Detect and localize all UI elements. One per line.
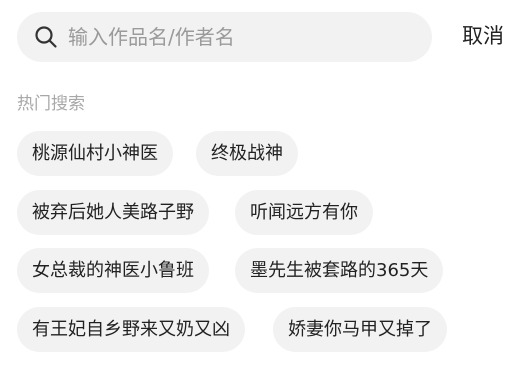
hot-search-tag[interactable]: 终极战神	[196, 131, 298, 176]
search-input[interactable]	[68, 17, 398, 57]
search-icon	[34, 25, 58, 49]
hot-search-tag[interactable]: 娇妻你马甲又掉了	[273, 307, 447, 352]
hot-search-tag[interactable]: 桃源仙村小神医	[17, 131, 173, 176]
hot-search-tag[interactable]: 女总裁的神医小鲁班	[17, 248, 209, 293]
search-bar[interactable]	[17, 12, 432, 62]
hot-search-tag[interactable]: 听闻远方有你	[235, 190, 373, 235]
cancel-button[interactable]: 取消	[462, 22, 504, 50]
hot-search-title: 热门搜索	[17, 94, 85, 114]
hot-search-tag[interactable]: 被弃后她人美路子野	[17, 190, 209, 235]
hot-search-tag[interactable]: 有王妃自乡野来又奶又凶	[17, 307, 245, 352]
hot-search-tag[interactable]: 墨先生被套路的365天	[235, 248, 444, 293]
